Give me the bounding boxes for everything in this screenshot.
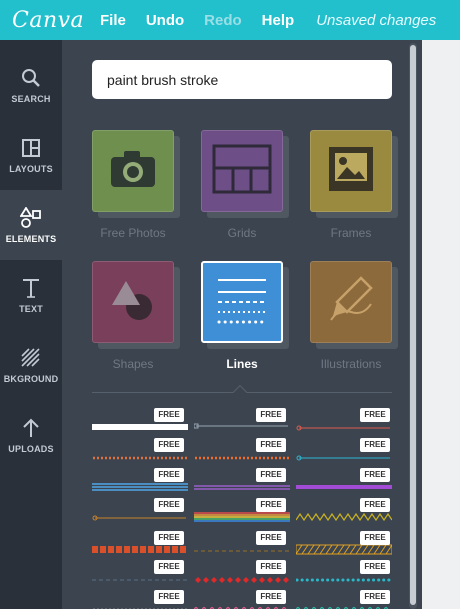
free-badge: FREE (154, 408, 184, 422)
line-item[interactable]: FREE (194, 408, 290, 440)
free-badge: FREE (256, 468, 286, 482)
category-label: Free Photos (100, 226, 166, 240)
category-grids[interactable] (201, 130, 289, 218)
category-tile (92, 261, 174, 343)
shapes-icon (108, 275, 158, 330)
free-badge: FREE (360, 438, 390, 452)
canva-logo[interactable]: Canva (0, 8, 100, 33)
category-label: Grids (227, 226, 257, 240)
category-tile (310, 261, 392, 343)
category-tile (201, 130, 283, 212)
line-item[interactable]: FREE (194, 590, 290, 609)
nav-layouts[interactable]: LAYOUTS (0, 120, 62, 190)
category-tile (92, 130, 174, 212)
line-item[interactable]: FREE (92, 468, 188, 500)
free-badge: FREE (360, 531, 390, 545)
free-badge: FREE (256, 560, 286, 574)
search-icon (20, 67, 42, 89)
category-free-photos[interactable] (92, 130, 180, 218)
nav-label: TEXT (19, 303, 43, 314)
nav-text[interactable]: TEXT (0, 260, 62, 330)
category-label: Lines (226, 357, 258, 371)
line-item[interactable]: FREE (92, 438, 188, 470)
free-badge: FREE (154, 438, 184, 452)
line-item[interactable]: FREE (194, 468, 290, 500)
help-menu[interactable]: Help (262, 12, 295, 29)
search-input[interactable] (92, 60, 392, 99)
nav-background[interactable]: BKGROUND (0, 330, 62, 400)
elements-icon (20, 206, 42, 229)
nav-label: ELEMENTS (5, 233, 57, 244)
line-item[interactable]: FREE (92, 590, 188, 609)
line-item[interactable]: FREE (194, 560, 290, 592)
line-item[interactable]: FREE (296, 468, 392, 500)
background-icon (20, 347, 42, 369)
scrollbar-thumb[interactable] (410, 45, 416, 605)
nav-search[interactable]: SEARCH (0, 50, 62, 120)
undo-button[interactable]: Undo (146, 12, 184, 29)
redo-button[interactable]: Redo (204, 12, 242, 29)
free-badge: FREE (256, 590, 286, 604)
free-badge: FREE (360, 560, 390, 574)
free-badge: FREE (154, 498, 184, 512)
category-frames[interactable] (310, 130, 398, 218)
nav-elements[interactable]: ELEMENTS (0, 190, 62, 260)
category-label: Frames (330, 226, 372, 240)
line-item[interactable]: FREE (296, 408, 392, 440)
nav-label: UPLOADS (8, 443, 54, 454)
pencil-icon (325, 274, 377, 331)
line-item[interactable]: FREE (296, 438, 392, 470)
category-illustrations[interactable] (310, 261, 398, 349)
category-shapes[interactable] (92, 261, 180, 349)
save-status: Unsaved changes (316, 11, 437, 29)
free-badge: FREE (360, 590, 390, 604)
canva-editor: Canva File Undo Redo Help Unsaved change… (0, 0, 460, 609)
line-item[interactable]: FREE (92, 498, 188, 530)
line-item[interactable]: FREE (92, 560, 188, 592)
layouts-icon (20, 137, 42, 159)
line-item[interactable]: FREE (194, 498, 290, 530)
free-badge: FREE (154, 590, 184, 604)
free-badge: FREE (154, 531, 184, 545)
free-badge: FREE (256, 531, 286, 545)
uploads-icon (20, 417, 42, 439)
free-badge: FREE (360, 408, 390, 422)
side-nav: SEARCH LAYOUTS ELEMENTS TEXT BKGROUND UP… (0, 40, 62, 609)
frame-icon (327, 145, 375, 198)
free-badge: FREE (360, 498, 390, 512)
top-bar: Canva File Undo Redo Help Unsaved change… (0, 0, 460, 40)
canvas-area (422, 40, 460, 609)
free-badge: FREE (256, 498, 286, 512)
nav-label: SEARCH (11, 93, 51, 104)
free-badge: FREE (154, 560, 184, 574)
free-badge: FREE (360, 468, 390, 482)
nav-label: BKGROUND (3, 373, 59, 384)
file-menu[interactable]: File (100, 12, 126, 29)
line-item[interactable]: FREE (296, 590, 392, 609)
category-tile (201, 261, 283, 343)
line-item[interactable]: FREE (296, 498, 392, 530)
nav-label: LAYOUTS (9, 163, 53, 174)
category-label: Illustrations (320, 357, 382, 371)
camera-icon (108, 147, 158, 196)
nav-uploads[interactable]: UPLOADS (0, 400, 62, 470)
free-badge: FREE (154, 468, 184, 482)
category-lines[interactable] (201, 261, 289, 349)
category-tile (310, 130, 392, 212)
category-label: Shapes (112, 357, 154, 371)
text-icon (20, 277, 42, 299)
line-item[interactable]: FREE (296, 560, 392, 592)
free-badge: FREE (256, 408, 286, 422)
grid-icon (212, 144, 272, 199)
line-item[interactable]: FREE (194, 438, 290, 470)
free-badge: FREE (256, 438, 286, 452)
line-item[interactable]: FREE (92, 408, 188, 440)
lines-icon (214, 274, 270, 331)
